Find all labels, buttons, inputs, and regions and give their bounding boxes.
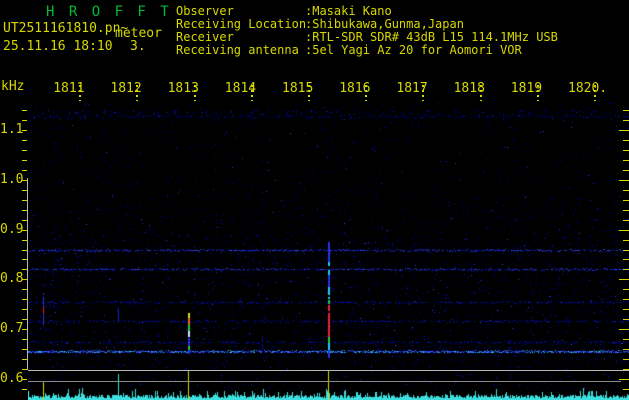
hrofft-window: H R O F F T UT2511161810.pn~ meteor 25.1…: [0, 0, 629, 400]
info-value: :5el Yagi Az 20 for Aomori VOR: [305, 43, 522, 57]
info-value: :Masaki Kano: [305, 4, 392, 18]
capture-datetime: 25.11.16 18:10: [3, 39, 113, 54]
y-axis-tick-label: 1.0: [0, 172, 24, 187]
y-axis-tick-mark-right: [623, 269, 629, 270]
y-axis-tick-mark: [22, 240, 27, 241]
y-axis-tick-mark: [22, 339, 27, 340]
plot-bottom-border: [28, 370, 629, 371]
y-axis-tick-label: 0.6: [0, 371, 24, 386]
x-axis-tick-mark: [365, 85, 367, 101]
y-axis-tick-mark: [22, 140, 27, 141]
capture-filename: UT2511161810.pn~: [3, 21, 129, 36]
y-axis-tick-mark-right: [623, 220, 629, 221]
y-axis-tick-mark: [22, 389, 27, 390]
y-axis-tick-mark-right: [623, 309, 629, 310]
y-axis-tick-mark: [22, 200, 27, 201]
y-axis-tick-mark: [22, 170, 27, 171]
y-axis-tick-mark-right: [623, 160, 629, 161]
y-axis-tick-mark: [22, 329, 27, 330]
y-axis-tick-mark: [22, 220, 27, 221]
y-axis-tick-label: 0.7: [0, 321, 24, 336]
y-axis-tick-mark-right: [619, 329, 629, 330]
y-axis-tick-mark-right: [623, 170, 629, 171]
y-axis-tick-mark: [22, 279, 27, 280]
y-axis-tick-label: 0.8: [0, 271, 24, 286]
y-axis-tick-label: 1.1: [0, 122, 24, 137]
y-axis-tick-mark: [22, 319, 27, 320]
y-axis-tick-mark: [22, 269, 27, 270]
app-title: H R O F F T: [46, 4, 172, 20]
info-label: Receiver: [176, 30, 234, 44]
y-axis-tick-mark: [22, 210, 27, 211]
y-axis-tick-mark-right: [623, 120, 629, 121]
x-axis-tick-mark: [79, 85, 81, 101]
x-axis-tick-mark: [537, 85, 539, 101]
y-axis-tick-mark-right: [623, 240, 629, 241]
y-axis-tick-mark-right: [623, 289, 629, 290]
y-axis-tick-mark: [22, 379, 27, 380]
y-axis-tick-mark: [22, 160, 27, 161]
y-axis-tick-mark-right: [623, 150, 629, 151]
y-axis-tick-mark: [22, 359, 27, 360]
y-axis-tick-mark-right: [623, 190, 629, 191]
y-axis-tick-mark: [22, 309, 27, 310]
y-axis-tick-mark: [22, 299, 27, 300]
y-axis-tick-mark-right: [623, 140, 629, 141]
x-axis-tick-mark: [480, 85, 482, 101]
y-axis-tick-mark: [22, 110, 27, 111]
y-axis-tick-mark-right: [619, 180, 629, 181]
y-axis-tick-mark-right: [623, 369, 629, 370]
info-value: :Shibukawa,Gunma,Japan: [305, 17, 464, 31]
info-label: Receiving antenna: [176, 43, 299, 57]
y-axis-tick-mark-right: [619, 279, 629, 280]
y-axis-tick-mark: [22, 180, 27, 181]
y-axis-tick-mark: [22, 259, 27, 260]
y-axis-tick-mark-right: [623, 210, 629, 211]
y-axis-tick-mark: [22, 150, 27, 151]
info-value: :RTL-SDR SDR# 43dB L15 114.1MHz USB: [305, 30, 558, 44]
y-axis-tick-mark-right: [623, 339, 629, 340]
y-axis-tick-mark-right: [623, 259, 629, 260]
y-axis-tick-mark-right: [623, 200, 629, 201]
y-axis-tick-mark-right: [619, 379, 629, 380]
y-axis-tick-mark-right: [623, 250, 629, 251]
x-axis-tick-mark: [194, 85, 196, 101]
echo-counter: 3.: [130, 39, 146, 54]
y-axis-tick-mark: [22, 369, 27, 370]
x-axis-tick-mark: [594, 85, 596, 101]
y-axis-unit-label: kHz: [1, 79, 25, 94]
x-axis-tick-label: 1820.: [568, 81, 608, 96]
y-axis-tick-mark: [22, 130, 27, 131]
info-label: Receiving Location: [176, 17, 307, 31]
strip-divider-line: [28, 381, 621, 382]
y-axis-tick-mark-right: [623, 110, 629, 111]
x-axis-tick-mark: [422, 85, 424, 101]
info-label: Observer: [176, 4, 234, 18]
y-axis-tick-mark-right: [623, 299, 629, 300]
y-axis-tick-mark: [22, 250, 27, 251]
y-axis-tick-mark-right: [623, 359, 629, 360]
plot-left-border: [27, 178, 28, 370]
y-axis-tick-mark: [22, 120, 27, 121]
y-axis-tick-mark-right: [623, 349, 629, 350]
y-axis-tick-mark-right: [619, 130, 629, 131]
y-axis-tick-mark-right: [623, 389, 629, 390]
spectrogram-canvas: [28, 103, 629, 370]
x-axis-tick-mark: [251, 85, 253, 101]
x-axis-tick-mark: [136, 85, 138, 101]
y-axis-tick-mark-right: [619, 230, 629, 231]
x-axis-tick-mark: [308, 85, 310, 101]
activity-strip-canvas: [28, 371, 629, 400]
y-axis-tick-label: 0.9: [0, 222, 24, 237]
y-axis-tick-mark: [22, 190, 27, 191]
y-axis-tick-mark: [22, 230, 27, 231]
y-axis-tick-mark-right: [623, 319, 629, 320]
y-axis-tick-mark: [22, 349, 27, 350]
y-axis-tick-mark: [22, 289, 27, 290]
